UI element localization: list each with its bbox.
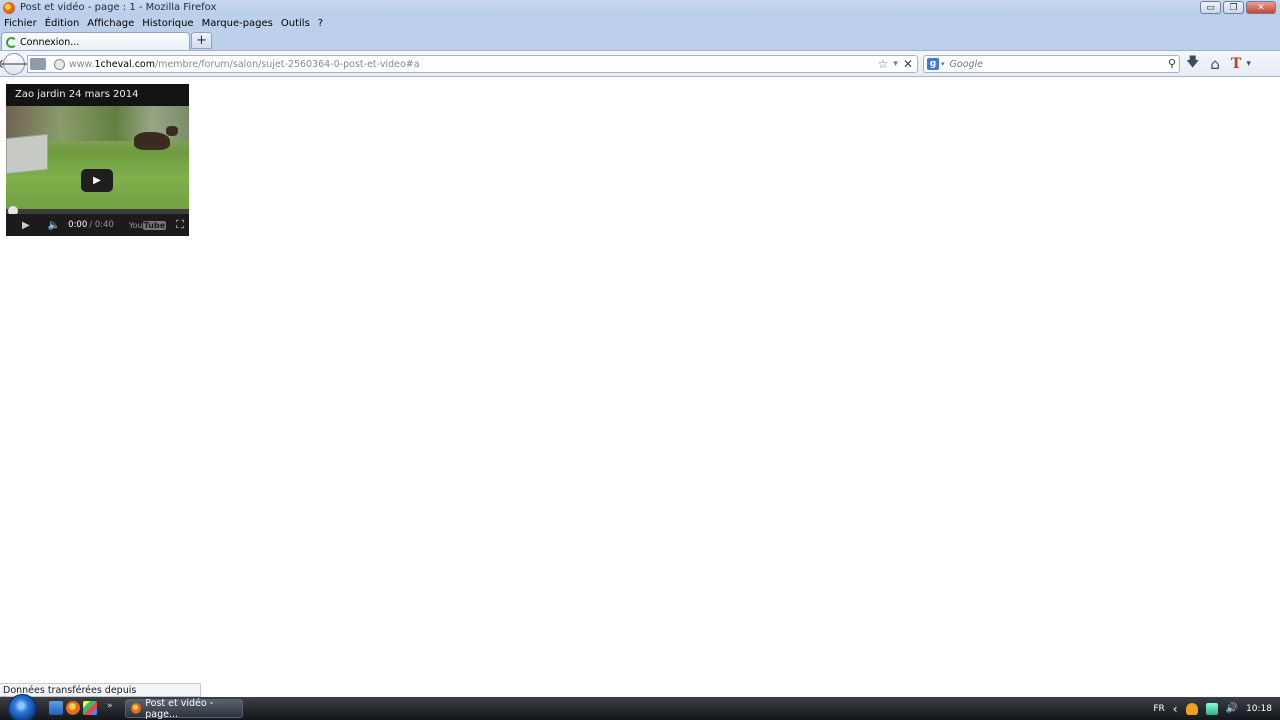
url-text[interactable]: www.1cheval.com/membre/forum/salon/sujet…: [69, 59, 420, 70]
close-button[interactable]: ✕: [1246, 1, 1276, 14]
menu-historique[interactable]: Historique: [142, 18, 193, 29]
new-tab-button[interactable]: +: [191, 32, 212, 49]
url-history-dropdown-icon[interactable]: ▾: [893, 59, 898, 69]
thumbnail-box: [6, 133, 48, 175]
big-play-button[interactable]: ▶: [81, 169, 113, 192]
navigation-bar: 🡐 www.1cheval.com/membre/forum/salon/suj…: [0, 50, 1280, 77]
url-bar-icons: ☆ ▾ ✕: [878, 56, 913, 72]
youtube-logo-icon[interactable]: YouTube: [128, 220, 167, 230]
menu-help[interactable]: ?: [318, 18, 323, 29]
volume-icon[interactable]: 🔈: [48, 220, 60, 231]
show-desktop-icon[interactable]: [49, 701, 63, 715]
start-button[interactable]: [8, 694, 37, 720]
search-input[interactable]: Google: [950, 59, 984, 70]
search-magnifier-icon[interactable]: ⚲: [1168, 57, 1176, 70]
video-controls: ▶ 🔈 0:00 / 0:40 YouTube ⛶: [6, 214, 189, 236]
menu-fichier[interactable]: Fichier: [4, 18, 37, 29]
window-controls: ▭ ❐ ✕: [1200, 1, 1276, 14]
firefox-logo-icon: [3, 1, 15, 14]
url-domain: 1cheval.com: [94, 58, 155, 70]
menu-outils[interactable]: Outils: [281, 18, 310, 29]
url-prefix: www.: [69, 58, 95, 70]
url-path: /membre/forum/salon/sujet-2560364-0-post…: [155, 58, 420, 70]
logo-tube: Tube: [142, 220, 167, 230]
toolbar-menu-icon[interactable]: ▾: [1246, 59, 1251, 69]
url-bar[interactable]: www.1cheval.com/membre/forum/salon/sujet…: [27, 55, 918, 73]
addon-t-icon[interactable]: T: [1231, 56, 1241, 72]
firefox-quicklaunch-icon[interactable]: [66, 701, 80, 715]
toolbar-right: 🡇 ⌂ T ▾: [1186, 55, 1251, 73]
google-engine-icon[interactable]: g: [927, 58, 939, 70]
system-tray: FR ‹ 🔊 10:18: [1153, 700, 1272, 717]
fullscreen-icon[interactable]: ⛶: [176, 218, 184, 232]
restore-button[interactable]: ❐: [1223, 1, 1244, 14]
logo-you: You: [128, 220, 143, 230]
menu-edition[interactable]: Édition: [45, 18, 80, 29]
quick-launch: »: [49, 701, 113, 715]
stop-icon[interactable]: ✕: [903, 57, 913, 71]
tab-strip: Connexion... +: [0, 31, 1280, 51]
clock[interactable]: 10:18: [1246, 704, 1272, 714]
search-engine-dropdown-icon[interactable]: ▾: [941, 60, 945, 68]
bookmark-star-icon[interactable]: ☆: [878, 57, 889, 71]
language-indicator[interactable]: FR: [1153, 704, 1164, 714]
minimize-button[interactable]: ▭: [1200, 1, 1221, 14]
network-icon[interactable]: [1205, 702, 1218, 715]
paint-quicklaunch-icon[interactable]: [83, 701, 97, 715]
tray-alert-icon[interactable]: [1185, 702, 1198, 715]
taskbar: » Post et vidéo - page... FR ‹ 🔊 10:18: [0, 694, 1280, 720]
site-identity-icon[interactable]: [30, 58, 46, 70]
menu-marque-pages[interactable]: Marque-pages: [202, 18, 273, 29]
downloads-icon[interactable]: 🡇: [1186, 53, 1199, 75]
status-text: Données transférées depuis i1.ytimg.com: [0, 683, 201, 707]
current-time: 0:00: [68, 220, 88, 230]
home-icon[interactable]: ⌂: [1210, 55, 1220, 73]
globe-icon: [54, 58, 65, 70]
taskbar-button-firefox[interactable]: Post et vidéo - page...: [125, 697, 243, 720]
loading-spinner-icon: [6, 36, 17, 48]
menu-bar: Fichier Édition Affichage Historique Mar…: [0, 15, 1280, 31]
tray-expand-icon[interactable]: ‹: [1173, 702, 1178, 716]
tab-label: Connexion...: [20, 36, 80, 48]
thumbnail-horse: [134, 126, 178, 150]
quicklaunch-more-icon[interactable]: »: [107, 701, 113, 715]
tab-connexion[interactable]: Connexion...: [1, 32, 190, 51]
menu-affichage[interactable]: Affichage: [87, 18, 134, 29]
play-icon[interactable]: ▶: [22, 220, 30, 231]
youtube-video-embed[interactable]: ▶ Zao jardin 24 mars 2014 ▶ 🔈 0:00 / 0:4…: [6, 84, 189, 236]
firefox-task-icon: [131, 703, 142, 714]
video-title[interactable]: Zao jardin 24 mars 2014: [6, 84, 189, 106]
taskbar-button-label: Post et vidéo - page...: [145, 697, 214, 720]
back-button[interactable]: 🡐: [0, 53, 31, 75]
search-bar[interactable]: g ▾ Google ⚲: [923, 55, 1180, 73]
video-thumbnail[interactable]: ▶: [6, 106, 189, 209]
window-title: Post et vidéo - page : 1 - Mozilla Firef…: [20, 2, 217, 13]
title-bar: Post et vidéo - page : 1 - Mozilla Firef…: [0, 0, 1280, 15]
volume-tray-icon[interactable]: 🔊: [1226, 703, 1238, 715]
duration: / 0:40: [89, 220, 114, 230]
